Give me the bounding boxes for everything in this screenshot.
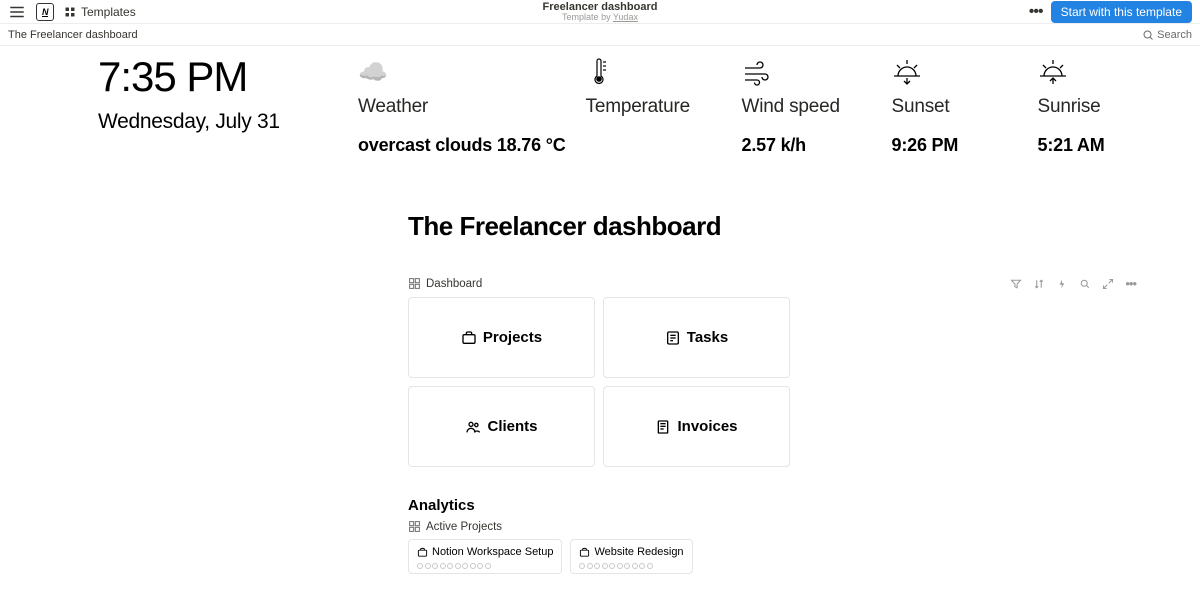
more-icon[interactable]: •••: [1029, 3, 1043, 21]
progress-dots: [579, 563, 683, 569]
thermometer-icon: [586, 56, 722, 90]
search-button[interactable]: Search: [1142, 29, 1192, 41]
wind-icon: [742, 56, 872, 90]
main-heading: The Freelancer dashboard: [408, 211, 1140, 242]
page-subtitle: Template by Yudax: [562, 13, 638, 23]
search-view-icon[interactable]: [1079, 278, 1091, 290]
project-card[interactable]: Notion Workspace Setup: [408, 539, 562, 574]
dashboard-view-tab[interactable]: Dashboard: [408, 277, 482, 290]
temperature-label: Temperature: [586, 96, 722, 118]
current-time: 7:35 PM: [98, 54, 338, 100]
wind-label: Wind speed: [742, 96, 872, 118]
author-link[interactable]: Yudax: [613, 12, 638, 22]
expand-icon[interactable]: [1102, 278, 1114, 290]
sunset-label: Sunset: [892, 96, 1018, 118]
menu-icon[interactable]: [8, 3, 26, 21]
cloud-icon: ☁️: [358, 56, 566, 90]
weather-label: Weather: [358, 96, 566, 118]
project-card[interactable]: Website Redesign: [570, 539, 692, 574]
sunrise-icon: [1038, 56, 1138, 90]
notion-logo-icon[interactable]: N: [36, 3, 54, 21]
sort-icon[interactable]: [1033, 278, 1045, 290]
current-date: Wednesday, July 31: [98, 110, 338, 134]
sunrise-label: Sunrise: [1038, 96, 1138, 118]
search-label: Search: [1157, 29, 1192, 41]
wind-value: 2.57 k/h: [742, 135, 872, 156]
tasks-card[interactable]: Tasks: [603, 297, 790, 378]
active-projects-view-tab[interactable]: Active Projects: [408, 520, 502, 533]
automation-icon[interactable]: [1056, 278, 1068, 290]
invoices-card[interactable]: Invoices: [603, 386, 790, 467]
analytics-heading: Analytics: [408, 497, 1140, 514]
page-title: Freelancer dashboard: [543, 1, 658, 13]
breadcrumb[interactable]: The Freelancer dashboard: [8, 29, 138, 41]
progress-dots: [417, 563, 553, 569]
view-more-icon[interactable]: •••: [1125, 276, 1136, 291]
filter-icon[interactable]: [1010, 278, 1022, 290]
weather-value: overcast clouds 18.76 °C: [358, 135, 566, 156]
sunrise-value: 5:21 AM: [1038, 135, 1138, 156]
templates-label: Templates: [81, 5, 136, 19]
clients-card[interactable]: Clients: [408, 386, 595, 467]
templates-link[interactable]: Templates: [64, 5, 136, 19]
sunset-icon: [892, 56, 1018, 90]
start-with-template-button[interactable]: Start with this template: [1051, 1, 1192, 23]
sunset-value: 9:26 PM: [892, 135, 1018, 156]
projects-card[interactable]: Projects: [408, 297, 595, 378]
